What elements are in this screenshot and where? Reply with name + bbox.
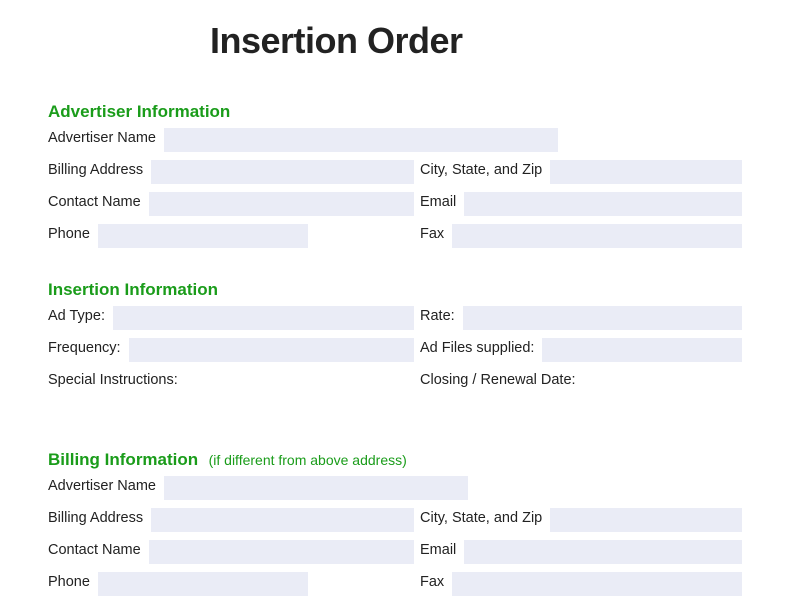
label-billing-address: Billing Address xyxy=(48,160,151,178)
row-ad-type: Ad Type: Rate: xyxy=(48,306,742,334)
label-billing-city-state-zip: City, State, and Zip xyxy=(420,508,550,526)
row-billing-advertiser-name: Advertiser Name xyxy=(48,476,742,504)
field-advertiser-name[interactable] xyxy=(164,128,558,152)
label-advertiser-name: Advertiser Name xyxy=(48,128,164,146)
label-billing-billing-address: Billing Address xyxy=(48,508,151,526)
field-billing-advertiser-name[interactable] xyxy=(164,476,468,500)
row-billing-phone: Phone Fax xyxy=(48,572,742,600)
field-billing-city-state-zip[interactable] xyxy=(550,508,742,532)
section-heading-billing: Billing Information xyxy=(48,450,198,469)
label-frequency: Frequency: xyxy=(48,338,129,356)
field-contact-name[interactable] xyxy=(149,192,414,216)
row-contact-name: Contact Name Email xyxy=(48,192,742,220)
field-billing-contact-name[interactable] xyxy=(149,540,414,564)
section-billing: Billing Information (if different from a… xyxy=(48,450,742,600)
label-billing-contact-name: Contact Name xyxy=(48,540,149,558)
section-heading-billing-wrap: Billing Information (if different from a… xyxy=(48,450,742,470)
field-fax[interactable] xyxy=(452,224,742,248)
section-insertion: Insertion Information Ad Type: Rate: Fre… xyxy=(48,280,742,422)
section-subtitle-billing: (if different from above address) xyxy=(209,452,407,468)
row-frequency: Frequency: Ad Files supplied: xyxy=(48,338,742,366)
form-body: Advertiser Information Advertiser Name B… xyxy=(0,102,790,600)
row-advertiser-name: Advertiser Name xyxy=(48,128,742,156)
label-phone: Phone xyxy=(48,224,98,242)
label-billing-fax: Fax xyxy=(420,572,452,590)
page-title: Insertion Order xyxy=(0,20,790,62)
label-billing-advertiser-name: Advertiser Name xyxy=(48,476,164,494)
field-ad-type[interactable] xyxy=(113,306,414,330)
label-fax: Fax xyxy=(420,224,452,242)
row-billing-contact-name: Contact Name Email xyxy=(48,540,742,568)
label-ad-type: Ad Type: xyxy=(48,306,113,324)
field-billing-email[interactable] xyxy=(464,540,742,564)
field-billing-address[interactable] xyxy=(151,160,414,184)
section-advertiser: Advertiser Information Advertiser Name B… xyxy=(48,102,742,252)
label-billing-email: Email xyxy=(420,540,464,558)
field-billing-fax[interactable] xyxy=(452,572,742,596)
field-billing-phone[interactable] xyxy=(98,572,308,596)
row-billing-address: Billing Address City, State, and Zip xyxy=(48,160,742,188)
field-ad-files-supplied[interactable] xyxy=(542,338,742,362)
field-rate[interactable] xyxy=(463,306,742,330)
label-special-instructions: Special Instructions: xyxy=(48,370,186,388)
label-email: Email xyxy=(420,192,464,210)
field-billing-billing-address[interactable] xyxy=(151,508,414,532)
label-billing-phone: Phone xyxy=(48,572,98,590)
label-closing-renewal-date: Closing / Renewal Date: xyxy=(420,370,584,388)
section-heading-advertiser: Advertiser Information xyxy=(48,102,742,122)
label-rate: Rate: xyxy=(420,306,463,324)
label-city-state-zip: City, State, and Zip xyxy=(420,160,550,178)
label-ad-files-supplied: Ad Files supplied: xyxy=(420,338,542,356)
row-special-instructions: Special Instructions: Closing / Renewal … xyxy=(48,370,742,422)
field-email[interactable] xyxy=(464,192,742,216)
row-phone: Phone Fax xyxy=(48,224,742,252)
section-heading-insertion: Insertion Information xyxy=(48,280,742,300)
field-frequency[interactable] xyxy=(129,338,414,362)
label-contact-name: Contact Name xyxy=(48,192,149,210)
field-phone[interactable] xyxy=(98,224,308,248)
field-city-state-zip[interactable] xyxy=(550,160,742,184)
row-billing-billing-address: Billing Address City, State, and Zip xyxy=(48,508,742,536)
